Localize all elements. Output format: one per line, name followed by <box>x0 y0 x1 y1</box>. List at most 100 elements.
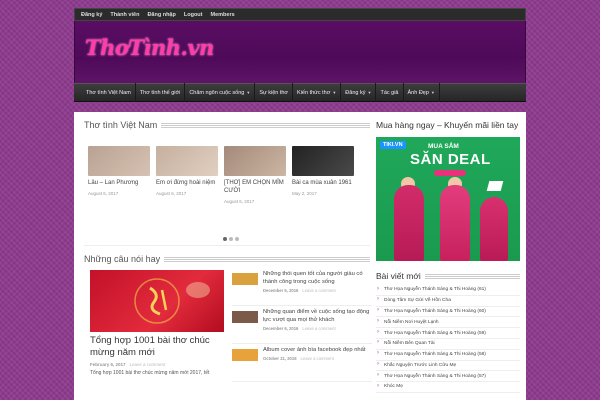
slide-title[interactable]: Bài ca mùa xuân 1961 <box>292 180 354 188</box>
slide-item[interactable]: Bài ca mùa xuân 1961 May 2, 2017 <box>292 146 354 196</box>
content-area: Thơ tình Việt Nam Lâu – Lan Phương Augus… <box>74 112 526 400</box>
heading-divider <box>164 256 370 262</box>
featured-title[interactable]: Tổng hợp 1001 bài thơ chúc mừng năm mới <box>90 335 224 360</box>
nav-label: Thơ tình Việt Nam <box>86 89 131 96</box>
list-thumbnail[interactable] <box>232 311 258 323</box>
topbar-link-logout[interactable]: Logout <box>184 12 203 18</box>
quote-list: Những thói quen tốt của người giàu có th… <box>232 268 372 382</box>
promo-banner[interactable]: TIKI.VN MUA SẮM SĂN DEAL <box>376 137 520 262</box>
slider-dot[interactable] <box>223 237 227 241</box>
slide-thumbnail[interactable] <box>292 146 354 176</box>
megaphone-icon <box>486 181 504 192</box>
caret-down-icon: ▼ <box>332 90 337 95</box>
list-comment-link[interactable]: Leave a comment <box>302 288 335 293</box>
recent-posts: Bài viết mới Thơ Họa Nguyễn Thánh Sáng &… <box>376 271 520 393</box>
recent-posts-list: Thơ Họa Nguyễn Thánh Sáng & Thi Hoàng (6… <box>376 285 520 393</box>
list-date: December 6, 2016 <box>263 288 299 294</box>
recent-post-link[interactable]: Thơ Họa Nguyễn Thánh Sáng & Thi Hoàng (5… <box>376 328 520 339</box>
featured-image[interactable] <box>90 270 224 332</box>
section-heading: Những câu nói hay <box>84 254 161 264</box>
slide-date: May 2, 2017 <box>292 190 317 196</box>
slide-item[interactable]: Lâu – Lan Phương August 6, 2017 <box>88 146 150 196</box>
nav-item-register[interactable]: Đăng ký ▼ <box>341 83 377 102</box>
banner-line2: SĂN DEAL <box>410 151 491 169</box>
featured-excerpt: Tổng hợp 1001 bài thơ chúc mừng năm mới … <box>90 369 210 376</box>
topbar-link-login[interactable]: Đăng nhập <box>147 12 175 18</box>
nav-label: Tác giả <box>380 89 399 96</box>
section-heading: Bài viết mới <box>376 271 421 282</box>
section-title-vietnam-poems: Thơ tình Việt Nam <box>84 118 370 132</box>
slide-item[interactable]: Em ơi đừng hoài niệm August 6, 2017 <box>156 146 218 196</box>
slide-title[interactable]: Em ơi đừng hoài niệm <box>156 180 218 188</box>
nav-label: Châm ngôn cuộc sống <box>189 89 245 96</box>
recent-post-link[interactable]: Thơ Họa Nguyễn Thánh Sáng & Thi Hoàng (5… <box>376 350 520 361</box>
recent-post-link[interactable]: Thơ Họa Nguyễn Thánh Sáng & Thi Hoàng (6… <box>376 307 520 318</box>
topbar-link-members[interactable]: Members <box>211 12 235 18</box>
list-title[interactable]: Những thói quen tốt của người giàu có th… <box>263 270 372 286</box>
topbar-link-members-vn[interactable]: Thành viên <box>110 12 139 18</box>
caret-down-icon: ▼ <box>430 90 435 95</box>
slide-title[interactable]: Lâu – Lan Phương <box>88 180 150 188</box>
quotes-section: Những câu nói hay Tổng hợp 1001 bài thơ … <box>84 252 372 400</box>
list-item[interactable]: Album cover ảnh bìa facebook đẹp nhất Oc… <box>232 344 372 382</box>
heading-divider <box>161 122 370 128</box>
list-meta: December 6, 2016 Leave a comment <box>263 288 372 293</box>
slide-date: August 6, 2017 <box>156 190 187 196</box>
recent-post-link[interactable]: Nỗi Niềm Bên Quan Tài <box>376 339 520 350</box>
banner-line1: MUA SẮM <box>428 143 459 151</box>
site-logo[interactable]: ThơTình.vn <box>85 35 214 60</box>
nav-item-poetry-knowledge[interactable]: Kiến thức thơ ▼ <box>293 83 342 102</box>
recent-post-link[interactable]: Nỗi Niềm Nơi Huyệt Lạnh <box>376 317 520 329</box>
caret-down-icon: ▼ <box>246 90 251 95</box>
list-comment-link[interactable]: Leave a comment <box>302 326 335 331</box>
main-column: Thơ tình Việt Nam Lâu – Lan Phương Augus… <box>84 118 372 400</box>
post-slider: Lâu – Lan Phương August 6, 2017 Em ơi đừ… <box>84 136 370 246</box>
nav-item-authors[interactable]: Tác giả <box>376 83 404 102</box>
nav-item-world-poems[interactable]: Thơ tình thế giới <box>136 83 186 102</box>
recent-post-link[interactable]: Dòng Tâm Sự Gửi Về Hồn Cha <box>376 296 520 307</box>
list-comment-link[interactable]: Leave a comment <box>301 356 334 361</box>
nav-item-life-quotes[interactable]: Châm ngôn cuộc sống ▼ <box>185 83 256 102</box>
nav-item-poetry-events[interactable]: Sự kiện thơ <box>255 83 294 102</box>
quotes-content: Tổng hợp 1001 bài thơ chúc mừng năm mới … <box>84 268 372 400</box>
list-meta: October 21, 2016 Leave a comment <box>263 356 365 361</box>
slide-thumbnail[interactable] <box>156 146 218 176</box>
page-wrapper: Đăng ký Thành viên Đăng nhập Logout Memb… <box>74 8 526 400</box>
nav-label: Kiến thức thơ <box>297 89 331 96</box>
list-thumbnail[interactable] <box>232 349 258 361</box>
recent-post-link[interactable]: Thơ Họa Nguyễn Thánh Sáng & Thi Hoàng (5… <box>376 371 520 383</box>
list-item[interactable]: Những thói quen tốt của người giàu có th… <box>232 268 372 306</box>
section-title-quotes: Những câu nói hay <box>84 252 370 266</box>
heading-divider <box>424 273 520 279</box>
slide-thumbnail[interactable] <box>88 146 150 176</box>
model-figure <box>394 185 424 262</box>
featured-date: February 6, 2017 <box>90 361 126 367</box>
featured-meta: February 6, 2017 Leave a comment <box>90 362 224 367</box>
list-date: October 21, 2016 <box>263 356 297 362</box>
nav-item-photos[interactable]: Ảnh Đẹp ▼ <box>404 83 440 102</box>
list-meta: December 6, 2016 Leave a comment <box>263 326 372 331</box>
nav-label: Thơ tình thế giới <box>139 89 181 96</box>
topbar-link-register[interactable]: Đăng ký <box>81 12 102 18</box>
featured-post: Tổng hợp 1001 bài thơ chúc mừng năm mới … <box>90 270 224 376</box>
recent-post-link[interactable]: Thơ Họa Nguyễn Thánh Sáng & Thi Hoàng (6… <box>376 285 520 296</box>
featured-comment-link[interactable]: Leave a comment <box>130 362 166 367</box>
slider-dot[interactable] <box>229 237 233 241</box>
model-figure <box>480 197 508 262</box>
list-item[interactable]: Những quan điểm về cuộc sống tạo động lự… <box>232 306 372 344</box>
slide-item[interactable]: [THƠ] EM CHỌN MỈM CƯỜI August 6, 2017 <box>224 146 286 204</box>
slide-thumbnail[interactable] <box>224 146 286 176</box>
nav-item-vietnam-poems[interactable]: Thơ tình Việt Nam <box>82 83 136 102</box>
caret-down-icon: ▼ <box>367 90 372 95</box>
nav-label: Sự kiện thơ <box>259 89 289 96</box>
slider-dot[interactable] <box>235 237 239 241</box>
list-title[interactable]: Những quan điểm về cuộc sống tạo động lự… <box>263 308 372 324</box>
recent-post-link[interactable]: Khắc Nguyện Trước Linh Cữu Mẹ <box>376 361 520 372</box>
banner-tagline-pill <box>434 170 466 177</box>
list-thumbnail[interactable] <box>232 273 258 285</box>
list-title[interactable]: Album cover ảnh bìa facebook đẹp nhất <box>263 346 365 354</box>
recent-post-link[interactable]: Khóc Mẹ <box>376 382 520 393</box>
main-nav: Thơ tình Việt Nam Thơ tình thế giới Châm… <box>74 83 526 102</box>
nav-label: Ảnh Đẹp <box>407 89 429 96</box>
slide-title[interactable]: [THƠ] EM CHỌN MỈM CƯỜI <box>224 180 286 196</box>
